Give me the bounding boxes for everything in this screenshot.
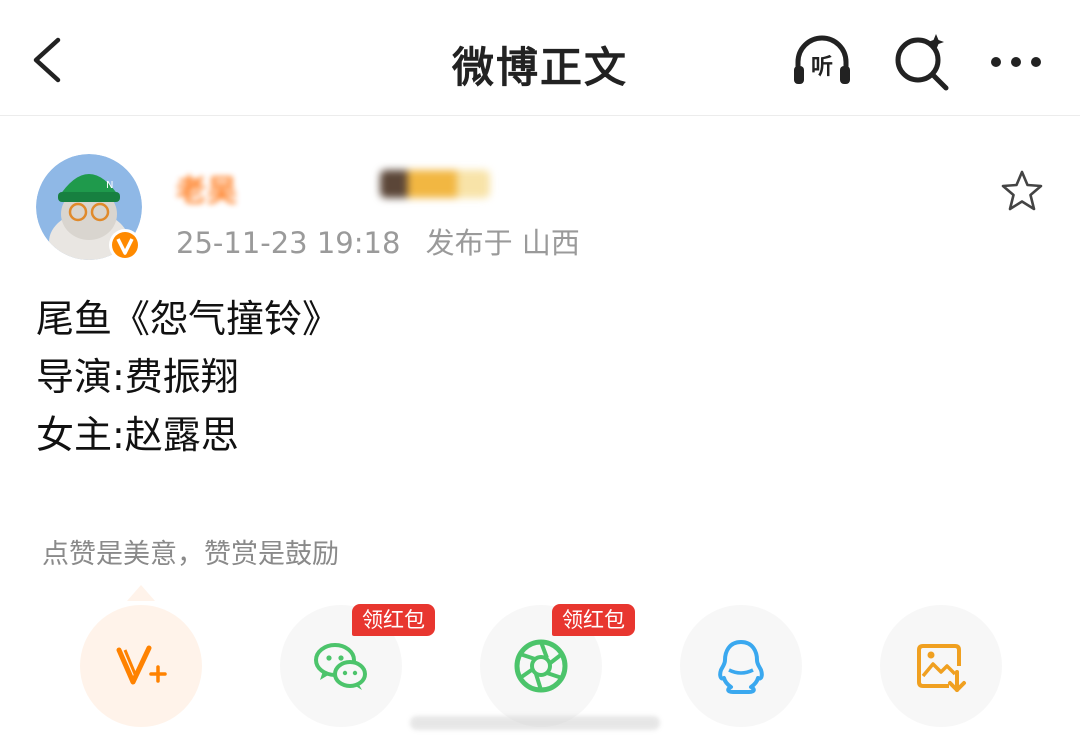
- verified-v-badge-icon: [109, 229, 141, 261]
- post-meta: 25-11-23 19:18 发布于 山西: [176, 220, 596, 262]
- post-line: 女主:赵露思: [36, 413, 239, 457]
- author-name[interactable]: 老吴: [176, 166, 238, 210]
- reward-pointer: [127, 585, 155, 601]
- watermark-graphic: [410, 716, 660, 730]
- red-packet-tag: 领红包: [352, 604, 435, 636]
- share-qq-button[interactable]: [680, 605, 802, 727]
- post-content: 尾鱼《怨气撞铃》 导演:费振翔 女主:赵露思: [36, 290, 340, 464]
- post-location: 发布于 山西: [425, 226, 580, 260]
- search-icon[interactable]: [890, 30, 954, 94]
- red-packet-tag: 领红包: [552, 604, 635, 636]
- reward-prompt-text: 点赞是美意，赞赏是鼓励: [42, 539, 339, 570]
- top-navigation-bar: 微博正文 听: [0, 0, 1080, 116]
- v-plus-icon: [116, 645, 167, 685]
- save-image-button[interactable]: [880, 605, 1002, 727]
- author-avatar[interactable]: N: [36, 154, 142, 261]
- wechat-icon: [314, 643, 367, 690]
- post-timestamp: 25-11-23 19:18: [176, 226, 401, 260]
- svg-text:N: N: [106, 180, 113, 191]
- moments-aperture-icon: [514, 639, 568, 693]
- listen-headphones-icon[interactable]: 听: [790, 30, 854, 94]
- save-image-icon: [917, 644, 966, 692]
- more-options-icon[interactable]: [986, 30, 1050, 94]
- member-badge: [380, 170, 490, 198]
- listen-label: 听: [811, 55, 833, 80]
- reward-v-plus-button[interactable]: [80, 605, 202, 727]
- qq-penguin-icon: [718, 640, 764, 694]
- favorite-star-icon[interactable]: [998, 168, 1046, 216]
- post-line: 尾鱼《怨气撞铃》: [36, 297, 341, 341]
- post-line: 导演:费振翔: [36, 355, 239, 399]
